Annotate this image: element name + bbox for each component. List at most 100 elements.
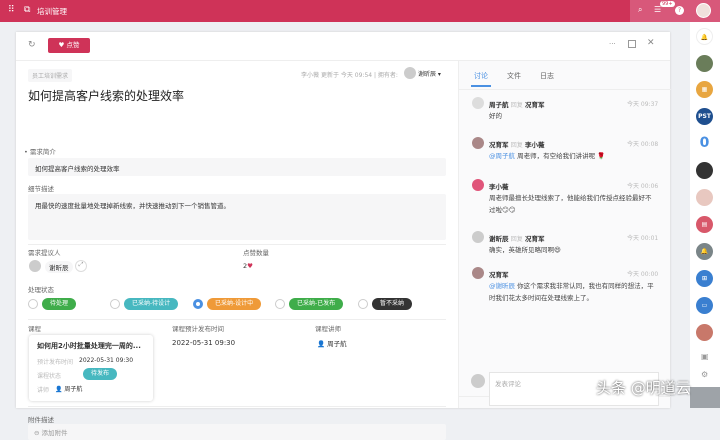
pst-app-icon[interactable]: PST bbox=[696, 108, 713, 125]
proposer-name[interactable]: 谢昕辰 bbox=[45, 261, 73, 273]
course-label: 课程 bbox=[28, 325, 41, 333]
course-title: 如何用2小时批量处理完一周的... bbox=[37, 342, 141, 350]
summary-field[interactable]: 如何提高客户线索的处理效率 bbox=[28, 158, 446, 176]
tab-log[interactable]: 日志 bbox=[540, 71, 554, 81]
topbar-actions: ⌕ ☰ 99+ ? bbox=[630, 0, 720, 22]
notification-badge: 99+ bbox=[660, 1, 675, 7]
comment-avatar bbox=[472, 179, 484, 191]
swap-user-icon[interactable]: ⤢ bbox=[75, 260, 87, 272]
contacts-icon[interactable]: ▣ bbox=[701, 352, 709, 361]
watermark: 头条 @明道云 bbox=[596, 379, 691, 397]
comment-text: 周老师最擅长处理线索了，他能给我们传授点经验最好不过啦😏😏 bbox=[489, 194, 652, 214]
refresh-icon[interactable]: ↻ bbox=[28, 40, 36, 50]
comment-avatar bbox=[472, 231, 484, 243]
owner-select[interactable]: 谢昕辰 ▾ bbox=[418, 69, 441, 78]
updated-time: 今天 09:54 bbox=[340, 72, 373, 79]
attach-label: 附件描述 bbox=[28, 416, 54, 424]
record-detail: 员工培训需求 李小薇 更新于 今天 09:54 | 拥有者: 谢昕辰 ▾ 如何提… bbox=[16, 61, 458, 408]
status-label: 处理状态 bbox=[28, 286, 54, 294]
comment-text: 周老师，有空给我们讲讲呢 🌹 bbox=[517, 152, 606, 160]
comment-author[interactable]: 谢昕辰 bbox=[489, 235, 509, 243]
comment-author[interactable]: 周子航 bbox=[489, 101, 509, 109]
reply-to[interactable]: 李小薇 bbox=[525, 141, 545, 149]
course-lecturer-label: 讲师 bbox=[37, 387, 50, 394]
lecturer-label: 课程讲师 bbox=[315, 325, 341, 333]
page-title: 如何提高客户线索的处理效率 bbox=[28, 89, 185, 103]
reply-to[interactable]: 况育军 bbox=[525, 235, 545, 243]
lecturer-chip[interactable]: 👤 周子航 bbox=[317, 338, 347, 348]
like-label: 点赞 bbox=[66, 41, 80, 49]
bell-icon[interactable]: 🔔 bbox=[696, 28, 713, 45]
status-radio[interactable] bbox=[193, 299, 203, 309]
status-radio[interactable] bbox=[110, 299, 120, 309]
comment-author[interactable]: 况育军 bbox=[489, 141, 509, 149]
app-avatar-3[interactable] bbox=[696, 189, 713, 206]
comment-author[interactable]: 李小薇 bbox=[489, 183, 509, 191]
comment-text: 好的 bbox=[489, 112, 502, 120]
app-avatar-2[interactable] bbox=[696, 162, 713, 179]
apps-grid-icon[interactable]: ⠿ bbox=[8, 5, 15, 15]
tab-discussion[interactable]: 讨论 bbox=[474, 71, 488, 81]
sidebar-footer-button[interactable] bbox=[690, 387, 720, 408]
zero-app-icon[interactable]: 0 bbox=[696, 135, 713, 152]
status-pill[interactable]: 已采纳-已发布 bbox=[289, 298, 344, 310]
comment-time: 今天 00:00 bbox=[627, 271, 659, 278]
like-button[interactable]: ♥ 点赞 bbox=[48, 38, 90, 53]
updated-by[interactable]: 李小薇 bbox=[301, 72, 319, 79]
status-radio[interactable] bbox=[28, 299, 38, 309]
message-app-icon[interactable]: ▭ bbox=[696, 297, 713, 314]
comment-time: 今天 00:01 bbox=[627, 235, 659, 242]
course-date-label: 预计发布时间 bbox=[37, 359, 74, 366]
app-avatar-4[interactable] bbox=[696, 324, 713, 341]
app-title: 培训管理 bbox=[37, 7, 67, 16]
app-avatar-1[interactable] bbox=[696, 55, 713, 72]
mention-link[interactable]: @周子航 bbox=[489, 152, 515, 160]
detail-label: 细节描述 bbox=[28, 185, 54, 193]
grid-app-icon[interactable]: ▦ bbox=[696, 81, 713, 98]
reply-label: 回复 bbox=[510, 142, 523, 149]
calendar-app-icon[interactable]: ▤ bbox=[696, 216, 713, 233]
status-radio[interactable] bbox=[275, 299, 285, 309]
settings-icon[interactable]: ⚙ bbox=[701, 370, 708, 379]
split-view-icon[interactable] bbox=[628, 40, 636, 48]
course-status-label: 课程状态 bbox=[37, 373, 62, 380]
close-icon[interactable]: ✕ bbox=[647, 38, 655, 48]
comment-time: 今天 09:37 bbox=[627, 101, 659, 108]
course-card[interactable]: 如何用2小时批量处理完一周的... 预计发布时间 2022-05-31 09:3… bbox=[29, 335, 153, 401]
comment-avatar bbox=[472, 97, 484, 109]
discussion-panel: 讨论 文件 日志 周子航 回复 况育军 今天 09:37 好的 况育军 回复 李… bbox=[458, 61, 671, 408]
alert-app-icon[interactable]: 🔔 bbox=[696, 243, 713, 260]
reply-label: 回复 bbox=[510, 102, 523, 109]
proposer-label: 需求提议人 bbox=[28, 249, 61, 257]
course-date: 2022-05-31 09:30 bbox=[79, 357, 134, 364]
updated-text: 更新于 bbox=[320, 72, 339, 79]
more-icon[interactable]: ··· bbox=[609, 40, 616, 48]
reply-to[interactable]: 况育军 bbox=[525, 101, 545, 109]
record-panel: ↻ ♥ 点赞 ··· ✕ 员工培训需求 李小薇 更新于 今天 09:54 | 拥… bbox=[16, 32, 671, 440]
status-pill[interactable]: 已采纳-设计中 bbox=[207, 298, 262, 310]
detail-field[interactable]: 用最快的速度批量地处理掉新线索，并快速推动到下一个销售管道。 bbox=[28, 194, 446, 240]
heart-icon: ♥ bbox=[247, 262, 253, 270]
release-date[interactable]: 2022-05-31 09:30 bbox=[172, 339, 235, 347]
help-icon[interactable]: ? bbox=[675, 6, 684, 15]
right-sidebar: 🔔 ▦ PST 0 ▤ 🔔 ⊞ ▭ ▣ ⚙ bbox=[690, 22, 720, 408]
comment-author[interactable]: 况育军 bbox=[489, 271, 509, 279]
comment-time: 今天 00:08 bbox=[627, 141, 659, 148]
release-label: 课程预计发布时间 bbox=[172, 325, 224, 333]
org-chart-app-icon[interactable]: ⊞ bbox=[696, 270, 713, 287]
search-icon[interactable]: ⌕ bbox=[638, 5, 642, 15]
mention-link[interactable]: @谢昕辰 bbox=[489, 282, 515, 290]
category-tag: 员工培训需求 bbox=[28, 69, 73, 82]
comment-avatar bbox=[472, 137, 484, 149]
status-pill[interactable]: 待处理 bbox=[42, 298, 77, 310]
comment-time: 今天 00:06 bbox=[627, 183, 659, 190]
owner-label: 拥有者: bbox=[377, 72, 398, 79]
status-pill[interactable]: 已采纳-待设计 bbox=[124, 298, 179, 310]
add-attachment-button[interactable]: ⊖ 添加附件 bbox=[28, 424, 446, 440]
user-avatar[interactable] bbox=[696, 3, 711, 18]
status-pill[interactable]: 暂不采纳 bbox=[372, 298, 413, 310]
notification-list-icon[interactable]: ☰ bbox=[654, 5, 661, 14]
status-radio[interactable] bbox=[358, 299, 368, 309]
tab-files[interactable]: 文件 bbox=[507, 71, 521, 81]
summary-label: • 需求简介 bbox=[24, 148, 56, 156]
